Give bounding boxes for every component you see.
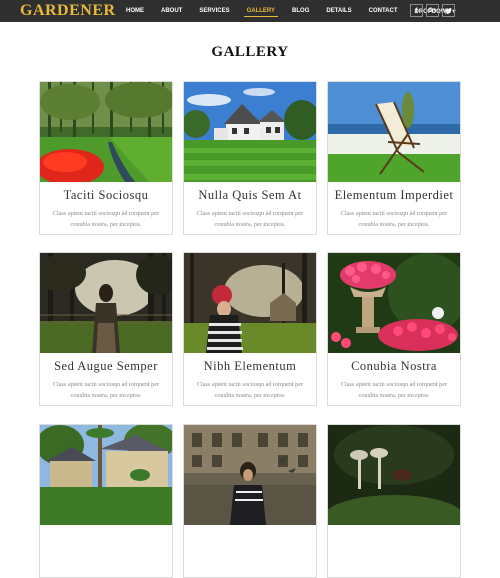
nav-services[interactable]: SERVICES (196, 6, 232, 16)
gallery-card[interactable]: Elementum Imperdiet Class aptent taciti … (327, 81, 461, 235)
gallery-title: Elementum Imperdiet (334, 188, 454, 202)
nav-home[interactable]: HOME (123, 6, 147, 16)
gallery-card[interactable]: Nibh Elementum Class aptent taciti socio… (183, 252, 317, 406)
gallery-description: Class aptent taciti sociosqu ad torquent… (196, 381, 304, 399)
gallery-description: Class aptent taciti sociosqu ad torquent… (196, 210, 304, 228)
gallery-card[interactable] (39, 424, 173, 578)
gallery-title: Taciti Sociosqu (63, 188, 149, 202)
gallery-description: Class aptent taciti sociosqu ad torquent… (52, 210, 160, 228)
gallery-description: Class aptent taciti sociosqu ad torquent… (340, 210, 448, 228)
gallery-card[interactable]: Nulla Quis Sem At Class aptent taciti so… (183, 81, 317, 235)
gallery-description: Class aptent taciti sociosqu ad torquent… (340, 381, 448, 399)
gallery-title: Nulla Quis Sem At (198, 188, 302, 202)
gallery-card[interactable]: Taciti Sociosqu Class aptent taciti soci… (39, 81, 173, 235)
nav-contact[interactable]: CONTACT (366, 6, 401, 16)
nav-gallery[interactable]: GALLERY (243, 6, 279, 17)
nav-details[interactable]: DETAILS (323, 6, 354, 16)
social-links: f G+ (410, 4, 455, 17)
navbar: GARDENER HOME ABOUT SERVICES GALLERY BLO… (0, 0, 500, 22)
gallery-image-deck-chair[interactable] (328, 82, 460, 182)
gallery-description: Class aptent taciti sociosqu ad torquent… (52, 381, 160, 399)
brand-logo[interactable]: GARDENER (20, 0, 116, 22)
gallery-image-girl-in-park[interactable] (40, 253, 172, 353)
gallery-card[interactable]: Sed Augue Semper Class aptent taciti soc… (39, 252, 173, 406)
gallery-title: Nibh Elementum (203, 359, 297, 373)
gallery-image-mushrooms[interactable] (328, 425, 460, 525)
gallery-card[interactable]: Conubia Nostra Class aptent taciti socio… (327, 252, 461, 406)
gallery-title: Conubia Nostra (351, 359, 437, 373)
gallery-image-house-lawn[interactable] (184, 82, 316, 182)
gallery-image-girl-red-hat[interactable] (184, 253, 316, 353)
gallery-image-flower-urn[interactable] (328, 253, 460, 353)
gallery-card[interactable] (183, 424, 317, 578)
gallery-image-garden-flowers[interactable] (40, 82, 172, 182)
nav-blog[interactable]: BLOG (289, 6, 312, 16)
gallery-image-cottage-palms[interactable] (40, 425, 172, 525)
gallery-card[interactable] (327, 424, 461, 578)
page-title: GALLERY (211, 44, 289, 60)
google-plus-icon[interactable]: G+ (426, 4, 439, 17)
nav-about[interactable]: ABOUT (158, 6, 185, 16)
twitter-icon[interactable] (442, 4, 455, 17)
gallery-image-woman-with-birds[interactable] (184, 425, 316, 525)
facebook-icon[interactable]: f (410, 4, 423, 17)
gallery-title: Sed Augue Semper (54, 359, 158, 373)
